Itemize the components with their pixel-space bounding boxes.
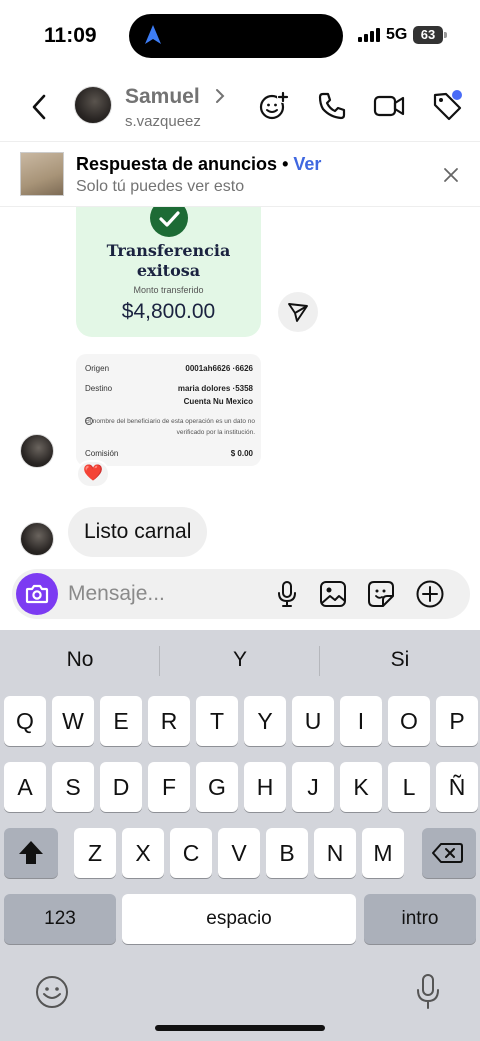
ad-view-link[interactable]: Ver bbox=[293, 154, 321, 174]
back-icon[interactable] bbox=[26, 92, 54, 122]
suggestion-no[interactable]: No bbox=[0, 648, 160, 672]
video-icon[interactable] bbox=[373, 90, 405, 122]
key-r[interactable]: R bbox=[148, 696, 190, 746]
key-k[interactable]: K bbox=[340, 762, 382, 812]
navigation-arrow-icon bbox=[145, 25, 161, 44]
key-v[interactable]: V bbox=[218, 828, 260, 878]
ad-banner-title: Respuesta de anuncios • Ver bbox=[76, 154, 321, 175]
key-q[interactable]: Q bbox=[4, 696, 46, 746]
key-d[interactable]: D bbox=[100, 762, 142, 812]
destination-label: Destino bbox=[85, 384, 113, 393]
dynamic-island bbox=[129, 14, 343, 58]
key-n[interactable]: N bbox=[314, 828, 356, 878]
key-n-tilde[interactable]: Ñ bbox=[436, 762, 478, 812]
suggestion-y[interactable]: Y bbox=[160, 648, 320, 672]
key-y[interactable]: Y bbox=[244, 696, 286, 746]
fee-value: $ 0.00 bbox=[230, 449, 253, 458]
key-p[interactable]: P bbox=[436, 696, 478, 746]
notification-dot bbox=[452, 90, 462, 100]
key-w[interactable]: W bbox=[52, 696, 94, 746]
key-u[interactable]: U bbox=[292, 696, 334, 746]
sticker-icon[interactable] bbox=[366, 579, 396, 609]
ads-reply-banner: Respuesta de anuncios • Ver Solo tú pued… bbox=[0, 141, 480, 207]
key-g[interactable]: G bbox=[196, 762, 238, 812]
shift-key[interactable] bbox=[4, 828, 58, 878]
close-icon[interactable] bbox=[440, 164, 462, 186]
message-composer bbox=[12, 569, 470, 619]
avatar[interactable] bbox=[20, 522, 54, 556]
key-f[interactable]: F bbox=[148, 762, 190, 812]
transfer-amount: $4,800.00 bbox=[121, 300, 216, 323]
numbers-key[interactable]: 123 bbox=[4, 894, 116, 944]
origin-label: Origen bbox=[85, 364, 110, 373]
send-icon bbox=[288, 303, 308, 322]
ad-banner-subtitle: Solo tú puedes ver esto bbox=[76, 178, 245, 195]
key-a[interactable]: A bbox=[4, 762, 46, 812]
key-l[interactable]: L bbox=[388, 762, 430, 812]
key-i[interactable]: I bbox=[340, 696, 382, 746]
key-t[interactable]: T bbox=[196, 696, 238, 746]
info-icon: i bbox=[85, 417, 93, 425]
network-type: 5G bbox=[386, 26, 408, 43]
transfer-receipt-image[interactable]: Transferencia exitosa Monto transferido … bbox=[76, 207, 261, 337]
contact-name[interactable]: Samuel bbox=[125, 85, 200, 109]
suggestion-si[interactable]: Si bbox=[320, 648, 480, 672]
add-icon[interactable] bbox=[415, 579, 445, 609]
key-z[interactable]: Z bbox=[74, 828, 116, 878]
contact-username[interactable]: s.vazqueez bbox=[125, 113, 201, 130]
status-time: 11:09 bbox=[44, 24, 97, 47]
status-bar: 11:09 5G 63 bbox=[0, 0, 480, 72]
amount-label: Monto transferido bbox=[133, 285, 204, 295]
dictation-icon[interactable] bbox=[412, 972, 444, 1012]
transfer-title: Transferencia exitosa bbox=[106, 241, 231, 280]
shift-icon bbox=[19, 841, 43, 864]
share-button[interactable] bbox=[278, 292, 318, 332]
emoji-icon[interactable] bbox=[34, 974, 70, 1010]
destination-name: maria dolores ·5358 bbox=[177, 384, 253, 393]
heart-reaction[interactable]: ❤️ bbox=[76, 460, 110, 488]
destination-bank: Cuenta Nu Mexico bbox=[183, 397, 253, 406]
beneficiary-note: i El nombre del beneficiario de esta ope… bbox=[85, 416, 255, 438]
space-key[interactable]: espacio bbox=[122, 894, 356, 944]
backspace-key[interactable] bbox=[422, 828, 476, 878]
gallery-icon[interactable] bbox=[318, 579, 348, 609]
key-o[interactable]: O bbox=[388, 696, 430, 746]
keyboard: No Y Si Q W E R T Y U I O P A S D F G H … bbox=[0, 630, 480, 1041]
camera-icon bbox=[25, 584, 49, 604]
add-friend-icon[interactable] bbox=[258, 90, 290, 122]
beneficiary-note-text: El nombre del beneficiario de esta opera… bbox=[85, 418, 255, 436]
fee-label: Comisión bbox=[85, 449, 119, 458]
chat-header: Samuel s.vazqueez bbox=[0, 76, 480, 138]
microphone-icon[interactable] bbox=[272, 579, 302, 609]
origin-value: 0001ah6626 ·6626 bbox=[185, 364, 253, 373]
message-bubble[interactable]: Listo carnal bbox=[68, 507, 208, 557]
key-b[interactable]: B bbox=[266, 828, 308, 878]
battery-icon: 63 bbox=[413, 26, 447, 44]
backspace-icon bbox=[432, 843, 463, 863]
message-input[interactable] bbox=[68, 579, 268, 609]
key-m[interactable]: M bbox=[362, 828, 404, 878]
camera-button[interactable] bbox=[16, 573, 58, 615]
key-s[interactable]: S bbox=[52, 762, 94, 812]
key-e[interactable]: E bbox=[100, 696, 142, 746]
home-indicator bbox=[155, 1025, 325, 1031]
phone-icon[interactable] bbox=[316, 90, 348, 122]
ad-thumbnail[interactable] bbox=[20, 152, 64, 196]
transfer-details-image[interactable]: Origen 0001ah6626 ·6626 Destino maria do… bbox=[76, 354, 261, 466]
key-c[interactable]: C bbox=[170, 828, 212, 878]
key-h[interactable]: H bbox=[244, 762, 286, 812]
check-circle-icon bbox=[150, 207, 188, 237]
return-key[interactable]: intro bbox=[364, 894, 476, 944]
chevron-right-icon[interactable] bbox=[214, 86, 226, 106]
ad-title-separator: • bbox=[282, 154, 289, 174]
heart-icon: ❤️ bbox=[83, 465, 103, 482]
avatar[interactable] bbox=[74, 86, 112, 124]
key-j[interactable]: J bbox=[292, 762, 334, 812]
key-x[interactable]: X bbox=[122, 828, 164, 878]
signal-icon bbox=[358, 28, 380, 42]
avatar[interactable] bbox=[20, 434, 54, 468]
ad-title-text: Respuesta de anuncios bbox=[76, 154, 278, 174]
